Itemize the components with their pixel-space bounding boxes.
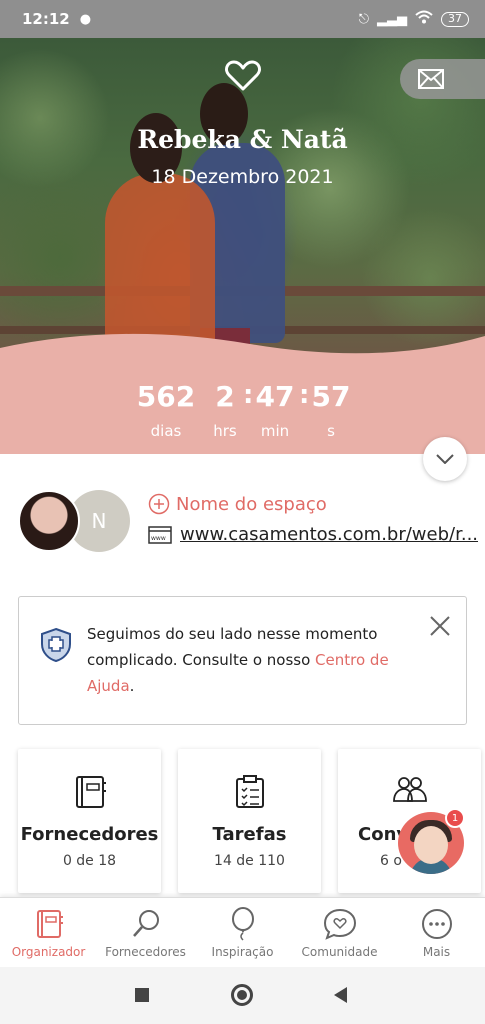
close-icon[interactable] [429, 615, 451, 637]
website-url: www.casamentos.com.br/web/r... [180, 524, 479, 545]
nav-inspiration[interactable]: Inspiração [194, 898, 291, 967]
add-venue-label: Nome do espaço [176, 493, 327, 515]
shield-plus-icon [41, 627, 71, 663]
countdown-seconds: 57 [311, 380, 351, 413]
back-icon[interactable] [334, 987, 347, 1003]
organizer-icon [36, 910, 63, 938]
plus-circle-icon [148, 493, 170, 515]
add-venue-link[interactable]: Nome do espaço [148, 493, 327, 515]
clipboard-icon [235, 775, 264, 808]
nav-organizer[interactable]: Organizador [0, 898, 97, 967]
wifi-icon [415, 10, 433, 28]
wedding-date: 18 Dezembro 2021 [151, 166, 334, 188]
vendors-count: 0 de 18 [62, 853, 117, 869]
recents-icon[interactable] [135, 988, 149, 1002]
tasks-count: 14 de 110 [214, 853, 285, 869]
no-alarm-icon: ⎋ [358, 11, 369, 27]
avatar[interactable] [18, 490, 80, 552]
notice-text: Seguimos do seu lado nesse momento compl… [87, 625, 389, 695]
help-notice: Seguimos do seu lado nesse momento compl… [18, 596, 467, 725]
vendors-title: Fornecedores [20, 824, 159, 845]
countdown-hours-label: hrs [213, 422, 237, 440]
countdown-separator: : [243, 380, 254, 410]
couple-name: Rebeka & Natã [137, 125, 348, 154]
envelope-icon [418, 69, 444, 89]
countdown-separator: : [299, 380, 310, 410]
vendors-card[interactable]: Fornecedores 0 de 18 [18, 749, 161, 893]
expand-button[interactable] [423, 437, 467, 481]
status-icons: ⎋ ▂▃▅ 37 [359, 10, 469, 28]
svg-text:www: www [151, 535, 166, 542]
more-icon [421, 909, 452, 939]
heart-icon [225, 60, 261, 91]
nav-community[interactable]: Comunidade [291, 898, 388, 967]
countdown-days-label: dias [150, 422, 182, 440]
bottom-navigation: Organizador Fornecedores Inspiração Comu… [0, 897, 485, 967]
messages-button[interactable] [400, 59, 485, 99]
notebook-icon [75, 776, 106, 808]
browser-icon: www [148, 525, 172, 544]
countdown-minutes: 47 [255, 380, 295, 413]
countdown: 562 2 : 47 : 57 dias hrs min s [0, 380, 485, 450]
battery-icon: 37 [441, 11, 469, 27]
tasks-card[interactable]: Tarefas 14 de 110 [178, 749, 321, 893]
tasks-title: Tarefas [212, 824, 287, 845]
countdown-days: 562 [136, 380, 196, 413]
chevron-down-icon [436, 454, 454, 464]
countdown-minutes-label: min [260, 422, 290, 440]
wedding-website-link[interactable]: www www.casamentos.com.br/web/r... [148, 524, 478, 545]
magnifier-icon [132, 910, 159, 937]
notification-badge: 1 [445, 808, 465, 828]
nav-more[interactable]: Mais [388, 898, 485, 967]
chat-heart-icon [323, 908, 356, 940]
status-bar: 12:12 ● ⎋ ▂▃▅ 37 [0, 0, 485, 38]
system-navigation-bar [0, 967, 485, 1024]
guests-icon [392, 777, 427, 802]
countdown-hours: 2 [215, 380, 235, 413]
home-icon[interactable] [231, 984, 253, 1006]
nav-vendors[interactable]: Fornecedores [97, 898, 194, 967]
signal-icon: ▂▃▅ [377, 11, 407, 27]
chat-notification-icon: ● [79, 11, 92, 27]
countdown-seconds-label: s [327, 422, 335, 440]
balloon-icon [231, 907, 254, 941]
status-time: 12:12 [22, 10, 70, 28]
